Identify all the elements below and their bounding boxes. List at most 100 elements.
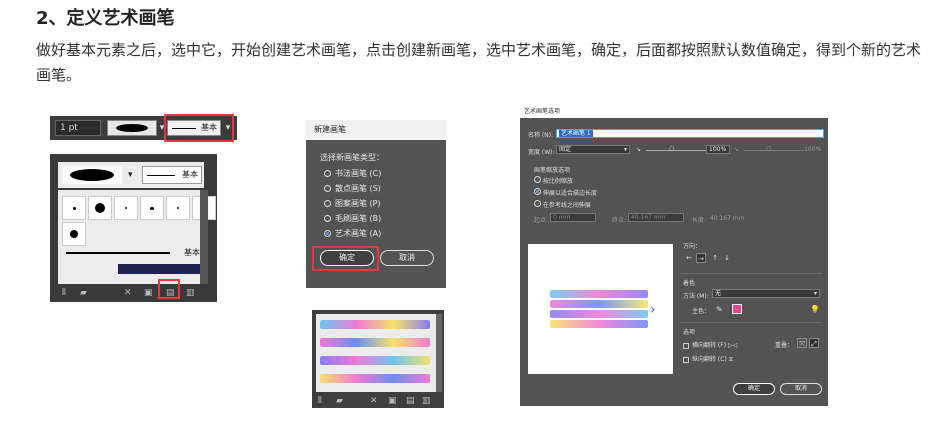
width-value-field[interactable]: 100% (706, 145, 730, 154)
brush-type-prompt: 选择新画笔类型： (320, 153, 384, 162)
arrow-right-icon[interactable]: → (696, 253, 706, 263)
pressure-icon[interactable]: ↘ (636, 146, 641, 153)
brush-options-icon[interactable]: ▣ (144, 288, 156, 298)
start-value: 0 mm (553, 214, 571, 221)
radio-scatter[interactable]: 散点画笔 (S) (324, 183, 381, 194)
cancel-button[interactable]: 取消 (780, 383, 822, 395)
option-label: 按比例缩放 (542, 178, 573, 185)
option-label: 散点画笔 (S) (335, 184, 381, 193)
art-brush-thumb[interactable] (320, 356, 430, 365)
brush-swatch[interactable] (62, 222, 86, 246)
name-label: 名称 (N): (528, 132, 554, 139)
trash-icon[interactable]: ▥ (186, 288, 198, 298)
checkbox-icon (683, 356, 689, 363)
thumbnail-scrollbar[interactable] (436, 314, 442, 392)
variation-slider-track (744, 150, 804, 151)
overlap-adjust-icon[interactable]: ⤧ (797, 338, 807, 348)
new-brush-icon[interactable]: ▤ (406, 396, 418, 406)
libraries-icon[interactable]: ▰ (336, 396, 348, 406)
radio-pattern[interactable]: 图案画笔 (P) (324, 198, 381, 209)
radio-calligraphic[interactable]: 书法画笔 (C) (324, 168, 381, 179)
art-brush-thumb[interactable] (320, 338, 430, 347)
dark-brush-strip[interactable] (118, 264, 200, 274)
direction-arrow-icon: › (650, 302, 656, 318)
radio-selected-icon (324, 230, 331, 237)
remove-brush-stroke-icon[interactable]: ✕ (124, 288, 136, 298)
brush-row-2 (62, 222, 86, 246)
brush-basic-label: 基本 (182, 170, 198, 179)
brush-library-icon[interactable]: ⫴ (318, 396, 330, 406)
tips-icon[interactable]: 💡 (810, 305, 820, 314)
trash-icon[interactable]: ▥ (422, 396, 434, 406)
flip-across-label: 纵向翻转 (C) (692, 356, 727, 363)
eyedropper-icon[interactable]: ✎ (716, 305, 723, 314)
method-label: 方法 (M): (683, 293, 709, 300)
brush-list-scrollbar[interactable] (200, 190, 208, 284)
width-slider-thumb[interactable]: ○ (669, 145, 674, 152)
colorize-method-select[interactable]: 无 ▾ (712, 289, 820, 298)
width-label: 宽度 (W): (528, 149, 555, 156)
width-mode-select[interactable]: 固定 ▾ (556, 145, 630, 154)
option-label: 书法画笔 (C) (335, 169, 382, 178)
brush-library-list: 基本 (58, 190, 216, 284)
brush-thumbnail-list (316, 314, 436, 392)
stretch-between-guides-radio[interactable]: 在参考线之间伸展 (534, 200, 591, 209)
radio-selected-icon (534, 188, 541, 195)
radio-icon (324, 215, 331, 222)
brush-name-input[interactable]: 艺术画笔 1 (556, 129, 824, 138)
radio-icon (324, 200, 331, 207)
basic-brush-line[interactable]: 基本 (62, 246, 200, 260)
option-label: 图案画笔 (P) (335, 199, 381, 208)
chevron-down-icon[interactable]: ▾ (128, 166, 138, 184)
calligraphic-brush-row (62, 196, 216, 220)
brush-swatch[interactable] (166, 196, 190, 220)
direction-label: 方向： (683, 243, 702, 250)
scale-proportional-radio[interactable]: 按比例缩放 (534, 176, 573, 185)
preview-stroke (550, 310, 648, 318)
radio-art[interactable]: 艺术画笔 (A) (324, 228, 381, 239)
art-brush-thumb[interactable] (320, 374, 430, 383)
width-slider-track[interactable] (646, 150, 706, 151)
flip-along-label: 横向翻转 (F) (692, 342, 727, 349)
overlap-none-icon[interactable]: ⤢ (809, 338, 819, 348)
brush-panel-header: ▾ 基本 (58, 162, 204, 188)
libraries-icon[interactable]: ▰ (80, 288, 92, 298)
brush-swatch[interactable] (62, 196, 86, 220)
remove-brush-stroke-icon[interactable]: ✕ (370, 396, 382, 406)
radio-icon (534, 200, 541, 207)
art-brush-thumb[interactable] (320, 320, 430, 329)
arrow-up-icon[interactable]: ↑ (710, 253, 720, 263)
flip-across-checkbox[interactable]: 纵向翻转 (C) ⧖ (683, 354, 733, 364)
start-label: 起点: (534, 217, 549, 224)
ok-button[interactable]: 确定 (733, 383, 775, 395)
chevron-down-icon: ▾ (623, 146, 627, 153)
width-value: 100% (709, 146, 727, 153)
arrow-left-icon[interactable]: ← (684, 253, 694, 263)
highlight-box (312, 246, 379, 271)
variation-icon: ↘ (734, 146, 740, 153)
radio-bristle[interactable]: 毛刷画笔 (B) (324, 213, 381, 224)
variation-value: 100% (804, 146, 822, 153)
key-color-label: 主色： (692, 308, 711, 315)
variable-width-profile[interactable] (107, 120, 157, 136)
end-field: 40.167 mm (628, 213, 684, 222)
stretch-to-fit-radio[interactable]: 伸展以适合描边长度 (534, 188, 597, 197)
flip-along-icon: ▷◁ (727, 342, 738, 349)
brush-library-icon[interactable]: ⫴ (62, 288, 74, 298)
arrow-down-icon[interactable]: ↓ (722, 253, 732, 263)
highlight-box (164, 114, 234, 142)
brush-swatch[interactable] (88, 196, 112, 220)
brush-options-icon[interactable]: ▣ (388, 396, 400, 406)
key-color-swatch[interactable] (732, 304, 742, 314)
flip-along-checkbox[interactable]: 横向翻转 (F) ▷◁ (683, 340, 737, 349)
colorize-method-value: 无 (715, 290, 722, 297)
brush-basic-select[interactable]: 基本 (142, 166, 202, 184)
brush-swatch[interactable] (140, 196, 164, 220)
section-divider (680, 273, 822, 274)
brush-profile-preview[interactable] (62, 166, 122, 184)
stroke-weight-field[interactable]: 1 pt (55, 120, 101, 136)
radio-icon (534, 176, 541, 183)
cancel-button[interactable]: 取消 (380, 250, 434, 266)
brush-swatch[interactable] (114, 196, 138, 220)
brush-panel-footer: ⫴ ▰ ✕ ▣ ▤ ▥ (50, 286, 217, 302)
